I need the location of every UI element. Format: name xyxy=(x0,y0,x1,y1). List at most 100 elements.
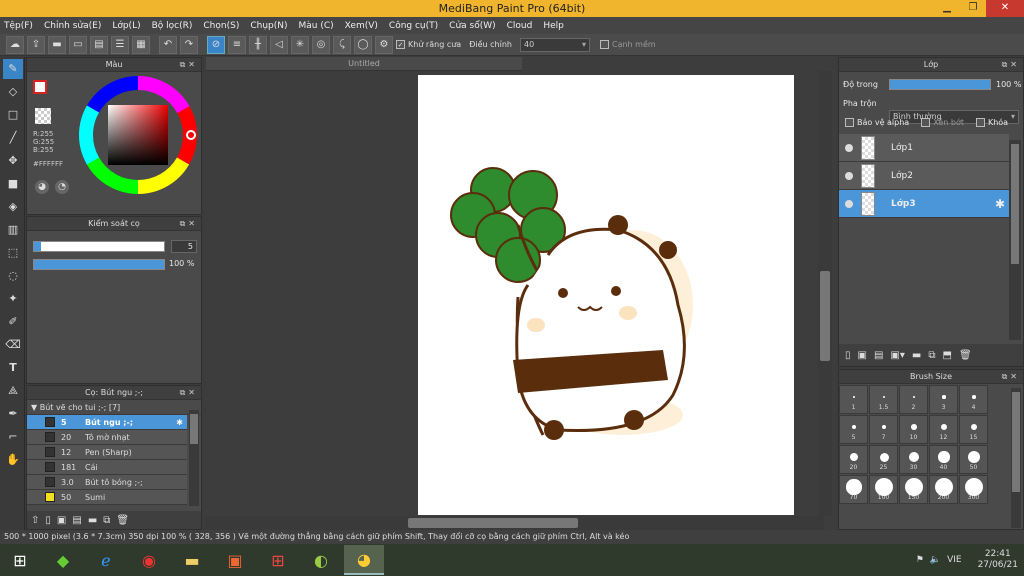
brush-copy-icon[interactable]: ▤ xyxy=(72,515,81,526)
list-icon[interactable]: ☰ xyxy=(111,35,129,54)
brush-delete-icon[interactable]: 🗑 xyxy=(116,515,129,526)
close-button[interactable]: ✕ xyxy=(986,0,1024,17)
brush-size-cell[interactable]: 300 xyxy=(959,475,988,504)
pen-tool-icon[interactable]: ✒ xyxy=(3,404,23,424)
brush-size-cell[interactable]: 12 xyxy=(929,415,958,444)
transparent-swatch[interactable] xyxy=(35,108,51,124)
brush-tool-icon[interactable]: ✎ xyxy=(3,59,23,79)
layer-new-1bit-icon[interactable]: ▤ xyxy=(874,350,883,361)
layer-scrollbar[interactable] xyxy=(1009,140,1021,340)
menu-window[interactable]: Cửa sổ(W) xyxy=(449,21,495,31)
fill-rect-icon[interactable]: ■ xyxy=(3,174,23,194)
brush-size-cell[interactable]: 20 xyxy=(839,445,868,474)
parallel-snap-icon[interactable]: ≡ xyxy=(228,35,246,54)
cloud-icon[interactable]: ☁ xyxy=(6,35,24,54)
layer-new-half-icon[interactable]: ▣ xyxy=(858,350,867,361)
brush-size-cell[interactable]: 5 xyxy=(839,415,868,444)
layer-duplicate-icon[interactable]: ⧉ xyxy=(928,350,935,361)
color-wheel[interactable] xyxy=(77,74,199,196)
snap-off-icon[interactable]: ⊘ xyxy=(207,35,225,54)
lock-checkbox[interactable] xyxy=(975,118,985,127)
magic-wand-icon[interactable]: ✦ xyxy=(3,289,23,309)
palette-add-icon[interactable]: ◔ xyxy=(55,180,69,194)
brush-duplicate-icon[interactable]: ⧉ xyxy=(103,515,110,526)
brush-size-slider[interactable] xyxy=(33,241,165,252)
menu-cloud[interactable]: Cloud xyxy=(507,21,533,31)
move-tool-icon[interactable]: ✥ xyxy=(3,151,23,171)
clipping-checkbox[interactable] xyxy=(921,118,931,127)
brush-size-cell[interactable]: 1 xyxy=(839,385,868,414)
undo-icon[interactable]: ↶ xyxy=(159,35,177,54)
brush-size-cell[interactable]: 25 xyxy=(869,445,898,474)
brush-folder-icon[interactable]: ▬ xyxy=(88,515,97,526)
brush-item[interactable]: 12 Pen (Sharp) xyxy=(27,445,187,460)
brush-size-cell[interactable]: 150 xyxy=(899,475,928,504)
explorer-icon[interactable]: ▬ xyxy=(172,545,212,575)
menu-file[interactable]: Tệp(F) xyxy=(4,21,33,31)
brush-size-cell[interactable]: 200 xyxy=(929,475,958,504)
visibility-icon[interactable] xyxy=(845,143,853,152)
document-icon[interactable]: ▤ xyxy=(90,35,108,54)
menu-snap[interactable]: Chụp(N) xyxy=(250,21,287,31)
menu-tools[interactable]: Công cụ(T) xyxy=(389,21,438,31)
document-tab[interactable]: Untitled xyxy=(206,57,522,71)
gradient-tool-icon[interactable]: ▥ xyxy=(3,220,23,240)
curve-snap-icon[interactable]: ⤹ xyxy=(333,35,351,54)
brush-opacity-slider[interactable] xyxy=(33,259,165,270)
brush-scrollbar[interactable] xyxy=(189,410,199,506)
lasso-tool-icon[interactable]: ◌ xyxy=(3,266,23,286)
layer-settings-icon[interactable]: ✱ xyxy=(995,197,1005,211)
layer-delete-icon[interactable]: 🗑 xyxy=(959,350,972,361)
eraser-tool-icon[interactable]: ◇ xyxy=(3,82,23,102)
brush-item[interactable]: 50 Sumi xyxy=(27,490,187,505)
palette-icon[interactable]: ◕ xyxy=(35,180,49,194)
share-icon[interactable]: ⇪ xyxy=(27,35,45,54)
menu-layer[interactable]: Lớp(L) xyxy=(112,21,140,31)
cross-snap-icon[interactable]: ╫ xyxy=(249,35,267,54)
menu-help[interactable]: Help xyxy=(543,21,564,31)
brush-item[interactable]: 20 Tô mờ nhạt xyxy=(27,430,187,445)
maximize-button[interactable]: ❐ xyxy=(960,0,986,17)
brush-size-scrollbar[interactable] xyxy=(1011,388,1021,528)
menu-edit[interactable]: Chỉnh sửa(E) xyxy=(44,21,101,31)
antialias-checkbox[interactable]: ✓ xyxy=(396,40,405,49)
message-icon[interactable]: ▭ xyxy=(69,35,87,54)
minimize-button[interactable]: ▁ xyxy=(934,0,960,17)
brush-size-cell[interactable]: 30 xyxy=(899,445,928,474)
brush-cloud-icon[interactable]: ⇧ xyxy=(31,515,39,526)
visibility-icon[interactable] xyxy=(845,199,853,208)
select-pen-icon[interactable]: ✐ xyxy=(3,312,23,332)
medibang-icon[interactable]: ◕ xyxy=(344,545,384,575)
ellipse-snap-icon[interactable]: ◯ xyxy=(354,35,372,54)
settings-icon[interactable]: ⚙ xyxy=(375,35,393,54)
divide-tool-icon[interactable]: ⟁ xyxy=(3,381,23,401)
powerpoint-icon[interactable]: ▣ xyxy=(215,545,255,575)
start-icon[interactable]: ⊞ xyxy=(0,545,40,575)
rect-tool-icon[interactable]: □ xyxy=(3,105,23,125)
clock[interactable]: 22:41 27/06/21 xyxy=(978,549,1018,571)
redo-icon[interactable]: ↷ xyxy=(180,35,198,54)
brush-group[interactable]: ▼ Bút vẽ cho tui ;-; [7] xyxy=(27,400,201,415)
adjust-dropdown[interactable]: 40 xyxy=(519,37,590,52)
language-indicator[interactable]: VIE xyxy=(947,555,962,565)
grid-icon[interactable]: ▦ xyxy=(132,35,150,54)
vanishing-snap-icon[interactable]: ◁ xyxy=(270,35,288,54)
ie-icon[interactable]: ℯ xyxy=(86,545,126,575)
horizontal-scrollbar[interactable] xyxy=(206,516,824,530)
comment-icon[interactable]: ▬ xyxy=(48,35,66,54)
layer-new-icon[interactable]: ▯ xyxy=(845,350,851,361)
layer-add-menu-icon[interactable]: ▣▾ xyxy=(890,350,904,361)
brush-settings-icon[interactable]: ✱ xyxy=(176,418,183,427)
brush-size-cell[interactable]: 10 xyxy=(899,415,928,444)
brush-size-cell[interactable]: 7 xyxy=(869,415,898,444)
edge-checkbox[interactable] xyxy=(599,40,609,49)
app-icon[interactable]: ⊞ xyxy=(258,545,298,575)
eyedropper-icon[interactable]: ⌐ xyxy=(3,427,23,447)
green-app-icon[interactable]: ◐ xyxy=(301,545,341,575)
select-eraser-icon[interactable]: ⌫ xyxy=(3,335,23,355)
layer-opacity-slider[interactable] xyxy=(889,79,991,90)
line-tool-icon[interactable]: ╱ xyxy=(3,128,23,148)
brush-add-icon[interactable]: ▣ xyxy=(57,515,66,526)
select-rect-icon[interactable]: ⬚ xyxy=(3,243,23,263)
chrome-icon[interactable]: ◉ xyxy=(129,545,169,575)
